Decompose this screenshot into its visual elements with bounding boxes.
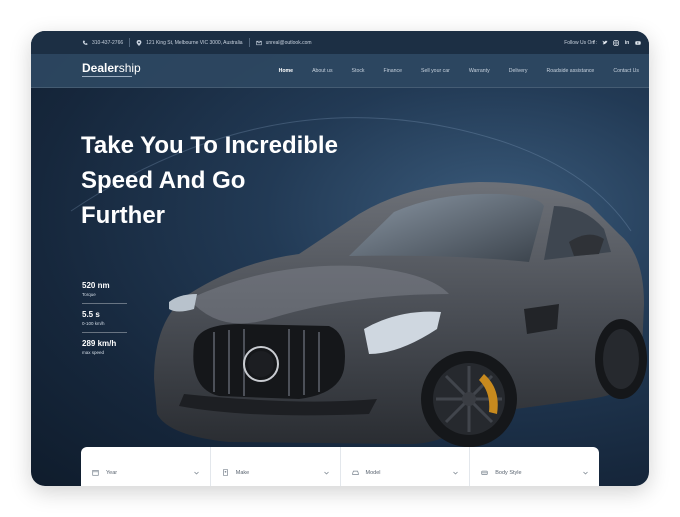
- stat-label: Torque: [82, 292, 96, 297]
- stat-label: 0-100 km/h: [82, 321, 105, 326]
- chevron-down-icon: [583, 471, 588, 475]
- make-select-label: Make: [235, 470, 250, 476]
- model-select[interactable]: Model: [341, 447, 471, 486]
- sports-car-image: [154, 182, 647, 447]
- car-icon: [351, 470, 359, 475]
- stat-value: 289 km/h: [82, 339, 117, 348]
- chevron-down-icon: [323, 471, 329, 475]
- stat-torque: 520 nm Torque: [82, 281, 127, 304]
- calendar-icon: [92, 470, 99, 476]
- car-body-icon: [481, 470, 488, 475]
- site-frame: 310-437-2766 121 King St, Melbourne VIC …: [31, 31, 649, 486]
- make-select[interactable]: Make: [211, 447, 341, 486]
- stat-label: max speed: [82, 350, 105, 355]
- stat-max-speed: 289 km/h max speed: [82, 339, 127, 361]
- vehicle-search-bar: Year Make Model Body Style: [81, 447, 599, 486]
- stat-value: 520 nm: [82, 281, 110, 290]
- tag-icon: [222, 469, 228, 476]
- body-style-select-label: Body Style: [495, 470, 522, 476]
- model-select-label: Model: [365, 470, 381, 476]
- chevron-down-icon: [453, 471, 459, 475]
- year-select-label: Year: [106, 470, 118, 476]
- stat-acceleration: 5.5 s 0-100 km/h: [82, 310, 127, 333]
- body-style-select[interactable]: Body Style: [470, 447, 599, 486]
- year-select[interactable]: Year: [81, 447, 211, 486]
- chevron-down-icon: [193, 471, 199, 475]
- performance-stats: 520 nm Torque 5.5 s 0-100 km/h 289 km/h …: [82, 281, 127, 367]
- stat-value: 5.5 s: [82, 310, 100, 319]
